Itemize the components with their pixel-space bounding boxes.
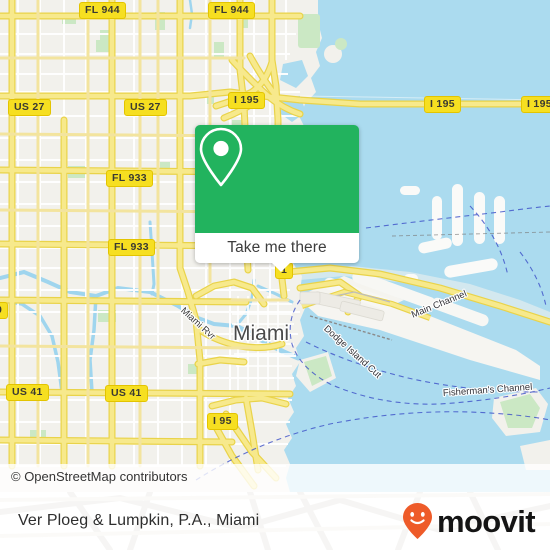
shield-fl-933-edge[interactable]: 0 (0, 302, 9, 319)
shield-fl-944-east[interactable]: FL 944 (208, 2, 255, 19)
osm-attribution-text[interactable]: © OpenStreetMap contributors (11, 469, 188, 484)
destination-callout[interactable]: Take me there (195, 125, 359, 272)
moovit-wordmark: moovit (436, 503, 536, 539)
map-canvas[interactable]: FL 944 FL 944 US 27 US 27 I 195 I 195 I … (0, 0, 550, 492)
shield-us-27-west[interactable]: US 27 (8, 99, 51, 116)
city-label-miami: Miami (233, 322, 289, 345)
map-screenshot: FL 944 FL 944 US 27 US 27 I 195 I 195 I … (0, 0, 550, 550)
shield-i-195-mid[interactable]: I 195 (424, 96, 461, 113)
location-pin-icon (199, 127, 243, 187)
callout-pointer-tail (272, 263, 290, 272)
map-attribution-bar: © OpenStreetMap contributors (0, 464, 550, 492)
location-title: Ver Ploeg & Lumpkin, P.A., Miami (18, 512, 260, 529)
footer-bar: Ver Ploeg & Lumpkin, P.A., Miami moovit (0, 492, 550, 550)
callout-cta-panel[interactable]: Take me there (195, 233, 359, 272)
shield-i-95[interactable]: I 95 (207, 413, 238, 430)
shield-us-41-west[interactable]: US 41 (6, 384, 49, 401)
shield-us-41-east[interactable]: US 41 (105, 385, 148, 402)
moovit-brand[interactable]: moovit (401, 502, 536, 540)
shield-i-195-east[interactable]: I 195 (521, 96, 550, 113)
shield-i-195-west[interactable]: I 195 (228, 92, 265, 109)
shield-fl-933-south[interactable]: FL 933 (108, 239, 155, 256)
moovit-smiley-pin-icon (402, 503, 432, 539)
shield-fl-933-north[interactable]: FL 933 (106, 170, 153, 187)
shield-fl-944-west[interactable]: FL 944 (79, 2, 126, 19)
shield-us-27-east[interactable]: US 27 (124, 99, 167, 116)
take-me-there-label: Take me there (227, 239, 327, 256)
callout-marker-panel (195, 125, 359, 233)
